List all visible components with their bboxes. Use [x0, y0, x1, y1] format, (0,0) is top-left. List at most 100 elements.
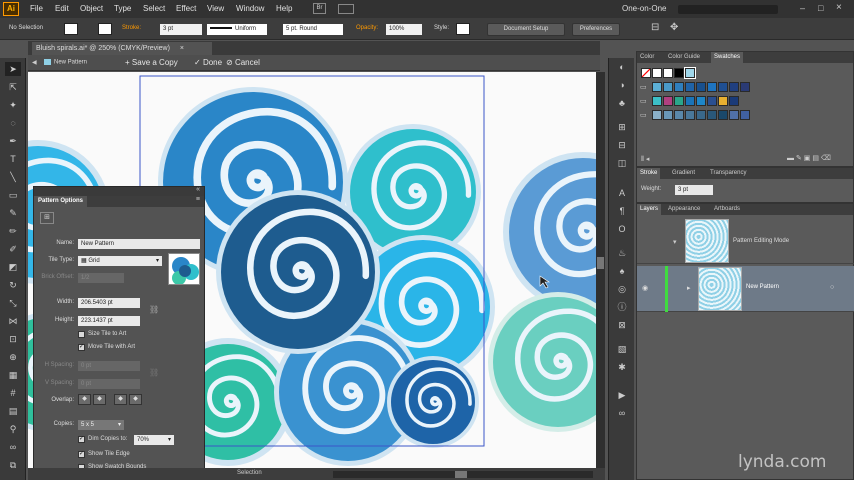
- transform-panel-icon[interactable]: ⊞: [614, 120, 630, 134]
- swatch[interactable]: [729, 82, 739, 92]
- navigator-panel-icon[interactable]: ⊠: [614, 318, 630, 332]
- stroke-label[interactable]: Stroke:: [122, 25, 141, 31]
- eyedropper-tool-icon[interactable]: ⚲: [5, 422, 21, 436]
- paragraph-panel-icon[interactable]: ¶: [614, 204, 630, 218]
- opentype-panel-icon[interactable]: O: [614, 222, 630, 236]
- layer-row-new-pattern[interactable]: ◉ ▸ New Pattern ○: [637, 266, 854, 312]
- swatch[interactable]: [707, 96, 717, 106]
- constrain-proportions-link-icon[interactable]: ⛓: [149, 305, 159, 314]
- copies-select[interactable]: 5 x 5 ▾: [78, 420, 124, 430]
- target-circle-icon[interactable]: ○: [830, 284, 834, 291]
- eraser-tool-icon[interactable]: ◩: [5, 260, 21, 274]
- h-spacing-field[interactable]: 0 pt: [78, 361, 140, 371]
- new-color-group-icon[interactable]: ▬ ✎ ▣ ▤ ⌫: [787, 154, 831, 162]
- menu-object[interactable]: Object: [80, 4, 103, 13]
- tab-layers[interactable]: Layers: [637, 204, 662, 215]
- arrange-documents-icon[interactable]: [338, 4, 354, 14]
- menu-effect[interactable]: Effect: [176, 4, 196, 13]
- swatch[interactable]: [707, 110, 717, 120]
- done-button[interactable]: ✓ Done: [194, 58, 222, 67]
- shape-builder-tool-icon[interactable]: ⊕: [5, 350, 21, 364]
- width-tool-icon[interactable]: ⋈: [5, 314, 21, 328]
- left-in-front-icon[interactable]: ◆: [78, 394, 91, 405]
- expand-triangle-icon[interactable]: ▾: [673, 238, 677, 246]
- swatch[interactable]: [696, 96, 706, 106]
- swatch[interactable]: [707, 82, 717, 92]
- swatch[interactable]: [652, 96, 662, 106]
- expand-triangle-icon[interactable]: ▸: [687, 284, 691, 292]
- workspace-switcher[interactable]: One-on-One: [622, 4, 666, 13]
- search-field[interactable]: [678, 5, 778, 14]
- align-panel-icon[interactable]: ⊟: [614, 138, 630, 152]
- selection-tool-icon[interactable]: ➤: [5, 62, 21, 76]
- menu-select[interactable]: Select: [143, 4, 165, 13]
- save-copy-button[interactable]: + Save a Copy: [125, 58, 178, 67]
- show-tile-edge-checkbox[interactable]: ✓: [78, 451, 85, 458]
- actions-panel-icon[interactable]: ▶: [614, 388, 630, 402]
- swatch[interactable]: [740, 82, 750, 92]
- tile-type-select[interactable]: ▦ Grid ▾: [78, 256, 162, 266]
- symbols-panel-icon[interactable]: ♠: [614, 264, 630, 278]
- blend-tool-icon[interactable]: ∞: [5, 440, 21, 454]
- swatch-none[interactable]: [641, 68, 651, 78]
- v-spacing-field[interactable]: 0 pt: [78, 379, 140, 389]
- tab-appearance[interactable]: Appearance: [665, 204, 703, 215]
- swatch[interactable]: [674, 82, 684, 92]
- artboard-tool-icon[interactable]: ⧉: [5, 458, 21, 472]
- layer-name[interactable]: Pattern Editing Mode: [733, 238, 789, 244]
- swatch[interactable]: [718, 110, 728, 120]
- document-setup-button[interactable]: Document Setup: [487, 23, 565, 36]
- direct-selection-tool-icon[interactable]: ⇱: [5, 80, 21, 94]
- gradient-panel-icon[interactable]: ▧: [614, 342, 630, 356]
- info-panel-icon[interactable]: ⓘ: [614, 300, 630, 314]
- tab-color[interactable]: Color: [637, 52, 657, 63]
- brick-offset-select[interactable]: 1/2: [78, 273, 124, 283]
- swatch-white[interactable]: [663, 68, 673, 78]
- swatch[interactable]: [696, 82, 706, 92]
- move-tile-checkbox[interactable]: ✓: [78, 344, 85, 351]
- pencil-tool-icon[interactable]: ✏: [5, 224, 21, 238]
- height-field[interactable]: 223.1437 pt: [78, 316, 140, 326]
- width-field[interactable]: 206.5403 pt: [78, 298, 140, 308]
- menu-view[interactable]: View: [207, 4, 224, 13]
- minimize-icon[interactable]: –: [800, 3, 805, 13]
- swatch[interactable]: [663, 110, 673, 120]
- stroke-weight-field[interactable]: 3 pt: [160, 24, 202, 35]
- perspective-grid-tool-icon[interactable]: ▦: [5, 368, 21, 382]
- swatch[interactable]: [718, 96, 728, 106]
- vertical-scrollbar[interactable]: [596, 72, 605, 468]
- graphic-styles-icon[interactable]: ♨: [614, 246, 630, 260]
- brush-definition[interactable]: 5 pt. Round: [283, 24, 343, 35]
- variable-width-profile[interactable]: Uniform: [207, 24, 267, 35]
- mesh-tool-icon[interactable]: #: [5, 386, 21, 400]
- magic-wand-tool-icon[interactable]: ✦: [5, 98, 21, 112]
- swatch[interactable]: [652, 82, 662, 92]
- swatch[interactable]: [740, 110, 750, 120]
- bottom-in-front-icon[interactable]: ◆: [129, 394, 142, 405]
- paintbrush-tool-icon[interactable]: ✎: [5, 206, 21, 220]
- tab-swatches[interactable]: Swatches: [711, 52, 744, 63]
- swatch[interactable]: [696, 110, 706, 120]
- character-panel-icon[interactable]: A: [614, 186, 630, 200]
- dim-copies-select[interactable]: 70% ▾: [134, 435, 174, 445]
- gradient-tool-icon[interactable]: ▤: [5, 404, 21, 418]
- menu-file[interactable]: File: [30, 4, 43, 13]
- tab-gradient[interactable]: Gradient: [669, 168, 698, 179]
- blob-brush-tool-icon[interactable]: ✐: [5, 242, 21, 256]
- menu-help[interactable]: Help: [276, 4, 292, 13]
- tab-transparency[interactable]: Transparency: [707, 168, 749, 179]
- visibility-eye-icon[interactable]: ◉: [642, 284, 648, 292]
- dim-copies-checkbox[interactable]: ✓: [78, 436, 85, 443]
- color-panel-icon[interactable]: ◐: [614, 60, 630, 74]
- swatch[interactable]: [685, 110, 695, 120]
- rectangle-tool-icon[interactable]: ▭: [5, 188, 21, 202]
- tab-color-guide[interactable]: Color Guide: [665, 52, 703, 63]
- right-in-front-icon[interactable]: ◆: [93, 394, 106, 405]
- size-tile-checkbox[interactable]: [78, 331, 85, 338]
- horizontal-scroll-thumb[interactable]: [455, 471, 467, 478]
- vertical-scroll-thumb[interactable]: [597, 257, 604, 269]
- swatch[interactable]: [729, 96, 739, 106]
- preferences-button[interactable]: Preferences: [572, 23, 620, 36]
- close-tab-icon[interactable]: ×: [180, 45, 184, 52]
- swatch-registration[interactable]: [652, 68, 662, 78]
